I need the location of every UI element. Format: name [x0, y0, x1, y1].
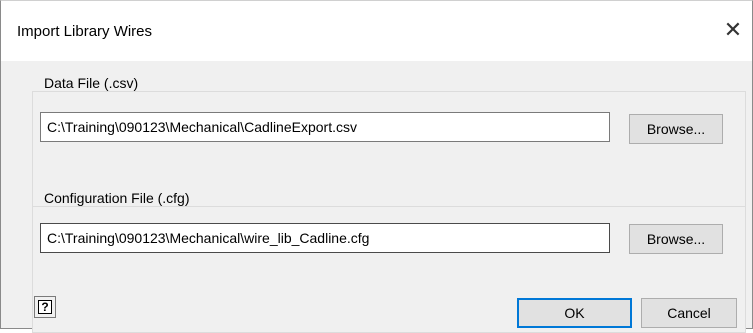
data-file-browse-button[interactable]: Browse... — [629, 114, 723, 144]
dialog-client-area: Data File (.csv) Configuration File (.cf… — [1, 61, 752, 333]
ok-button[interactable]: OK — [517, 298, 632, 328]
help-button[interactable]: ? — [34, 296, 56, 318]
cancel-button[interactable]: Cancel — [641, 298, 737, 328]
close-icon[interactable]: ✕ — [718, 15, 748, 45]
dialog-title: Import Library Wires — [17, 23, 153, 40]
config-file-group-label: Configuration File (.cfg) — [42, 190, 192, 206]
data-file-path-input[interactable] — [40, 112, 610, 142]
data-file-group-label: Data File (.csv) — [42, 75, 141, 91]
config-file-path-input[interactable] — [40, 223, 610, 253]
help-icon: ? — [38, 300, 52, 314]
config-file-browse-button[interactable]: Browse... — [629, 224, 723, 254]
import-library-wires-dialog: Import Library Wires ✕ Data File (.csv) … — [0, 0, 753, 333]
title-bar: Import Library Wires ✕ — [1, 1, 752, 61]
